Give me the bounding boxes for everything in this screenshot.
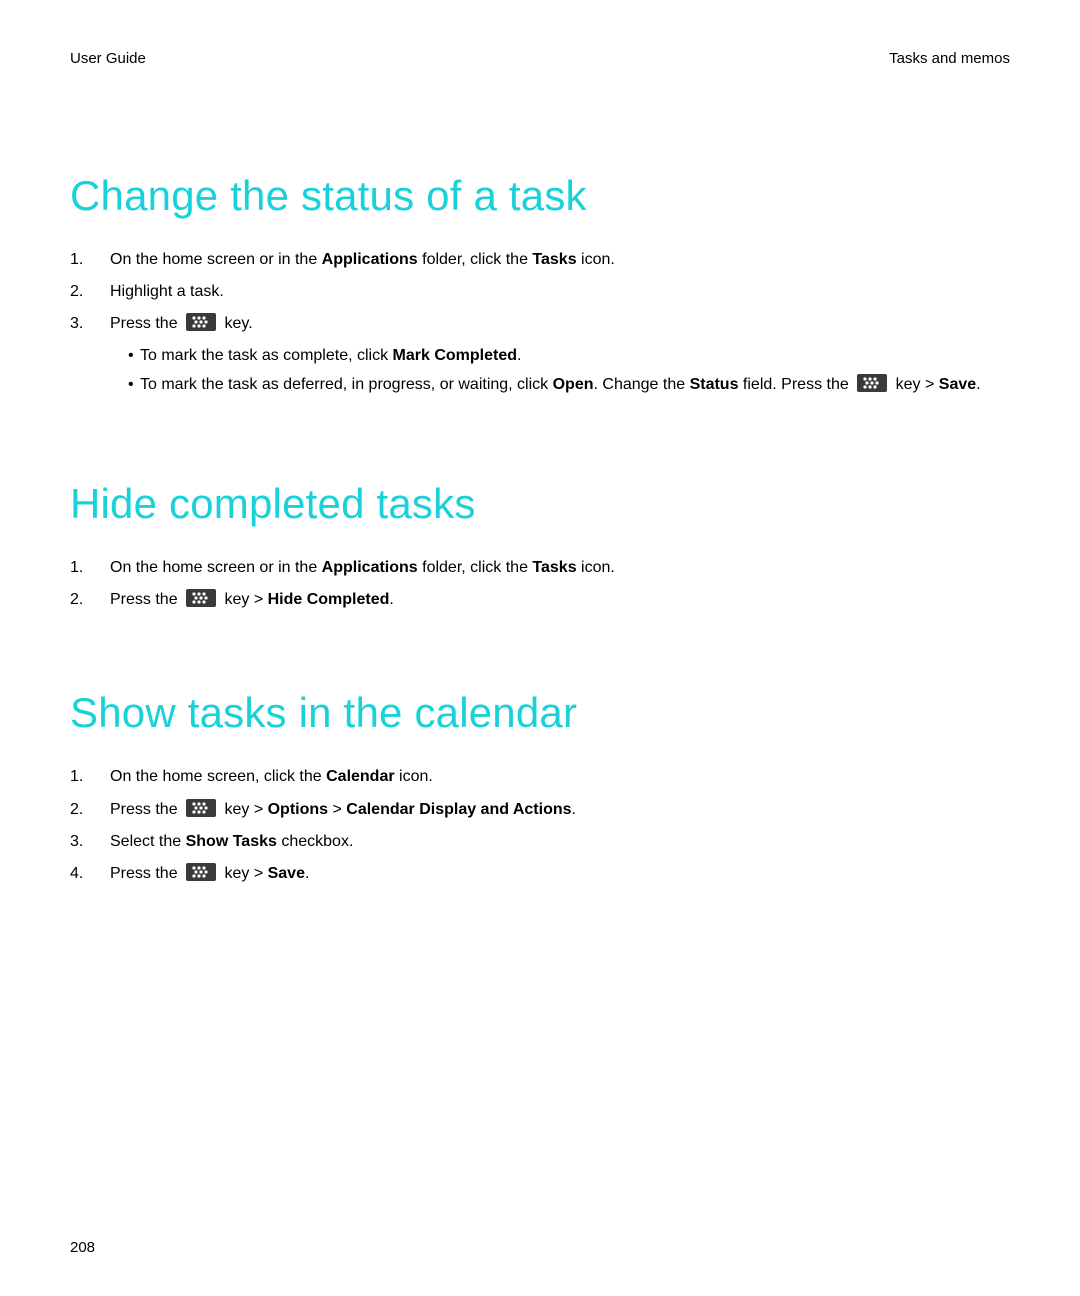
steps-hide-completed: 1. On the home screen or in the Applicat… [70,556,1010,611]
step-text: On the home screen or in the Application… [110,248,1010,271]
blackberry-menu-key-icon [186,863,216,881]
step-2: 2. Highlight a task. [70,280,1010,303]
header-right: Tasks and memos [889,50,1010,67]
step-text: On the home screen, click the Calendar i… [110,765,1010,788]
step-1: 1. On the home screen or in the Applicat… [70,556,1010,579]
step-number: 3. [70,312,110,335]
bullet-text: To mark the task as deferred, in progres… [140,373,1010,396]
step-2: 2. Press the key > Hide Completed. [70,588,1010,611]
bullet-1: • To mark the task as complete, click Ma… [110,344,1010,367]
step-1: 1. On the home screen or in the Applicat… [70,248,1010,271]
section-show-in-calendar: Show tasks in the calendar 1. On the hom… [70,689,1010,885]
blackberry-menu-key-icon [857,374,887,392]
heading-change-status: Change the status of a task [70,172,1010,220]
step-number: 3. [70,830,110,853]
bullet-marker: • [110,344,140,367]
page-number: 208 [70,1239,95,1256]
step-3: 3. Select the Show Tasks checkbox. [70,830,1010,853]
bullet-2: • To mark the task as deferred, in progr… [110,373,1010,396]
header-left: User Guide [70,50,146,67]
steps-change-status: 1. On the home screen or in the Applicat… [70,248,1010,402]
section-hide-completed: Hide completed tasks 1. On the home scre… [70,480,1010,611]
steps-show-in-calendar: 1. On the home screen, click the Calenda… [70,765,1010,885]
section-change-status: Change the status of a task 1. On the ho… [70,172,1010,402]
step-text: Highlight a task. [110,280,1010,303]
step-number: 1. [70,765,110,788]
step-text: Press the key. • To mark the task as com… [110,312,1010,402]
step-number: 4. [70,862,110,885]
step-text: Press the key > Hide Completed. [110,588,1010,611]
step-number: 2. [70,280,110,303]
step-number: 2. [70,798,110,821]
step-number: 2. [70,588,110,611]
blackberry-menu-key-icon [186,589,216,607]
sub-bullets: • To mark the task as complete, click Ma… [110,344,1010,396]
page: User Guide Tasks and memos Change the st… [0,0,1080,1296]
blackberry-menu-key-icon [186,799,216,817]
step-text: Press the key > Save. [110,862,1010,885]
heading-hide-completed: Hide completed tasks [70,480,1010,528]
bullet-text: To mark the task as complete, click Mark… [140,344,1010,367]
step-text: On the home screen or in the Application… [110,556,1010,579]
page-header: User Guide Tasks and memos [70,50,1010,67]
step-text: Press the key > Options > Calendar Displ… [110,798,1010,821]
step-number: 1. [70,556,110,579]
step-1: 1. On the home screen, click the Calenda… [70,765,1010,788]
step-3: 3. Press the key. • To mark the task as … [70,312,1010,402]
step-number: 1. [70,248,110,271]
heading-show-in-calendar: Show tasks in the calendar [70,689,1010,737]
step-2: 2. Press the key > Options > Calendar Di… [70,798,1010,821]
blackberry-menu-key-icon [186,313,216,331]
step-text: Select the Show Tasks checkbox. [110,830,1010,853]
bullet-marker: • [110,373,140,396]
step-4: 4. Press the key > Save. [70,862,1010,885]
